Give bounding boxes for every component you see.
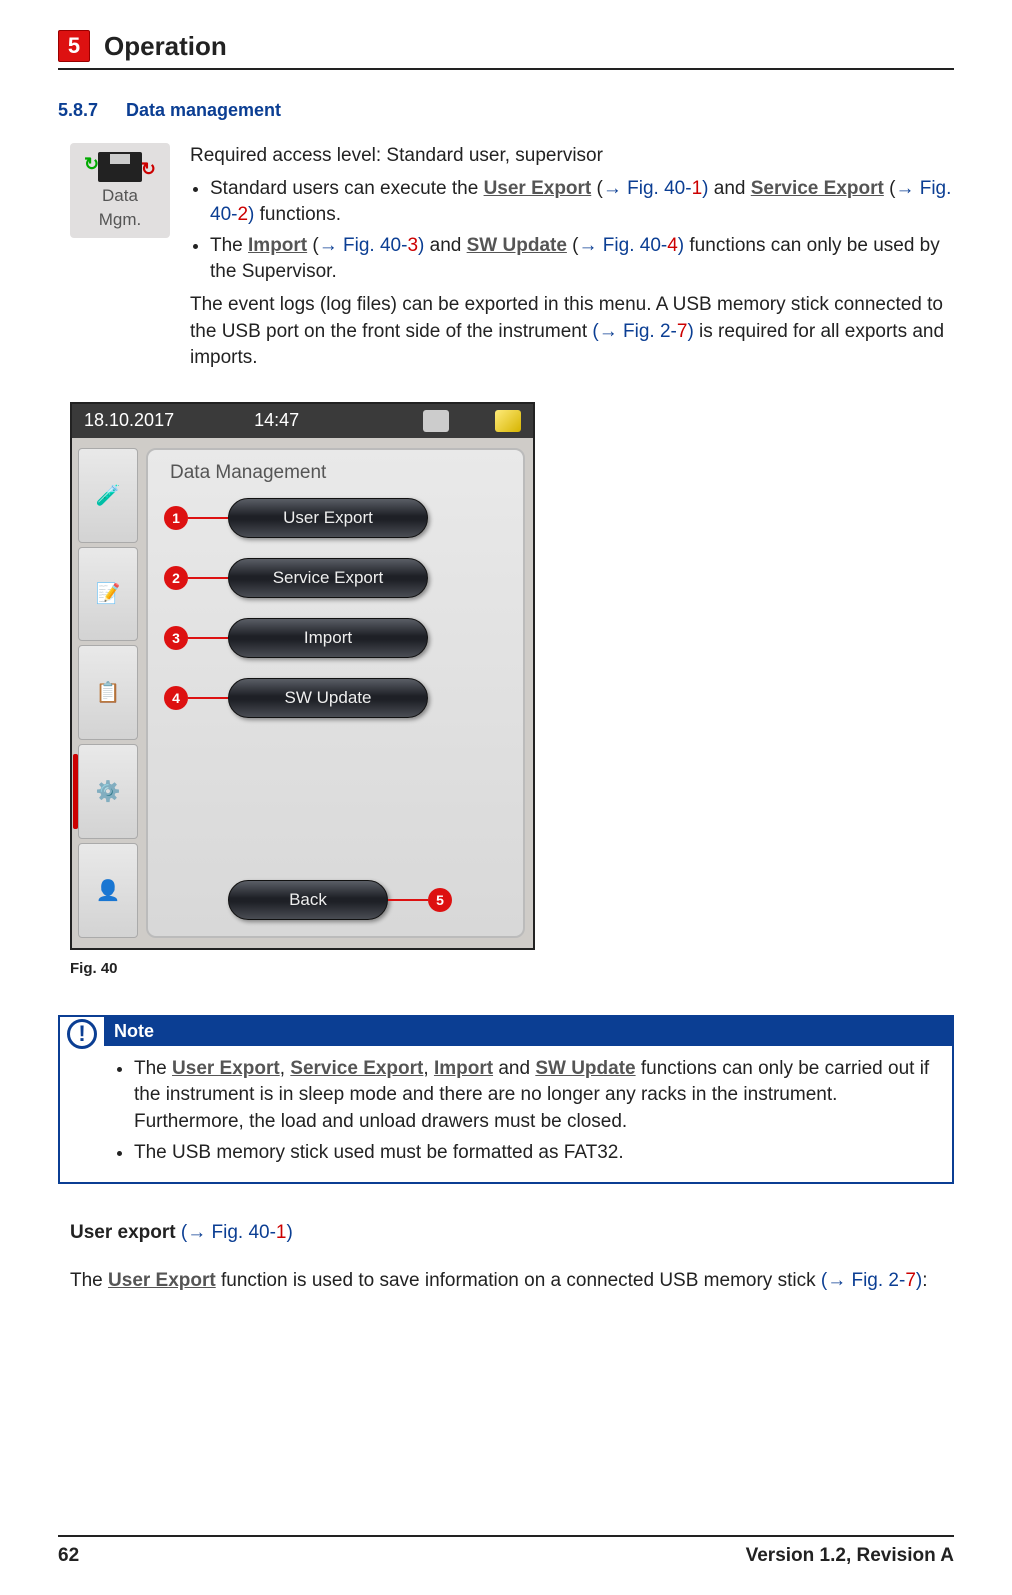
row-sw-update: 4 SW Update <box>164 678 507 718</box>
callout-3: 3 <box>164 626 188 650</box>
service-export-link: Service Export <box>751 178 884 199</box>
tile-label-line1: Data <box>102 186 138 206</box>
disk-icon <box>98 152 142 182</box>
arrow-right-icon: ↻ <box>141 159 156 180</box>
status-date: 18.10.2017 <box>84 410 174 431</box>
data-management-panel: Data Management 1 User Export 2 Service … <box>146 448 525 938</box>
intro-text: Required access level: Standard user, su… <box>190 143 954 372</box>
row-user-export: 1 User Export <box>164 498 507 538</box>
figure-caption: Fig. 40 <box>70 960 954 977</box>
page-footer: 62 Version 1.2, Revision A <box>58 1535 954 1567</box>
import-button[interactable]: Import <box>228 618 428 658</box>
callout-line-1 <box>188 517 228 519</box>
gear-icon: ⚙️ <box>96 779 121 804</box>
callout-line-3 <box>188 637 228 639</box>
alert-status-icon <box>495 410 521 432</box>
service-export-button[interactable]: Service Export <box>228 558 428 598</box>
callout-line-4 <box>188 697 228 699</box>
intro-bullet-1: Standard users can execute the User Expo… <box>210 176 954 229</box>
import-link: Import <box>248 235 307 256</box>
row-import: 3 Import <box>164 618 507 658</box>
tile-label-line2: Mgm. <box>99 210 142 230</box>
callout-5: 5 <box>428 888 452 912</box>
note-bullet-1: The User Export, Service Export, Import … <box>134 1056 938 1136</box>
intro-paragraph: The event logs (log files) can be export… <box>190 292 954 372</box>
row-back: Back 5 <box>164 880 507 920</box>
intro-block: ↻ ↻ Data Mgm. Required access level: Sta… <box>58 143 954 372</box>
note-body: The User Export, Service Export, Import … <box>104 1046 952 1182</box>
side-tab-reagents[interactable]: 🧪 <box>78 448 138 543</box>
version-label: Version 1.2, Revision A <box>746 1545 954 1567</box>
floppy-icon: ↻ ↻ <box>98 152 142 182</box>
section-title: Data management <box>126 100 281 121</box>
note-icon: ! <box>67 1019 97 1049</box>
callout-4: 4 <box>164 686 188 710</box>
note-bullet-2: The USB memory stick used must be format… <box>134 1140 938 1167</box>
side-tab-user[interactable]: 👤 <box>78 843 138 938</box>
side-tab-settings[interactable]: ⚙️ <box>78 744 138 839</box>
list-icon: 📋 <box>96 680 121 705</box>
user-export-description: The User Export function is used to save… <box>70 1268 954 1295</box>
chapter-header: 5 Operation <box>58 30 954 70</box>
chapter-title: Operation <box>104 31 227 62</box>
user-export-subheading: User export (→ Fig. 40-1) <box>70 1222 954 1244</box>
sw-update-button[interactable]: SW Update <box>228 678 428 718</box>
data-management-tile-icon: ↻ ↻ Data Mgm. <box>70 143 170 238</box>
access-level-line: Required access level: Standard user, su… <box>190 143 954 170</box>
callout-2: 2 <box>164 566 188 590</box>
notes-icon: 📝 <box>96 581 121 606</box>
side-tab-list[interactable]: 📋 <box>78 645 138 740</box>
screen-body: 🧪 📝 📋 ⚙️ 👤 Data Management 1 User Export… <box>72 438 533 948</box>
intro-bullet-2: The Import (→ Fig. 40-3) and SW Update (… <box>210 233 954 286</box>
reagents-icon: 🧪 <box>96 483 121 508</box>
user-export-link: User Export <box>484 178 592 199</box>
user-icon: 👤 <box>96 878 121 903</box>
side-tabs: 🧪 📝 📋 ⚙️ 👤 <box>78 448 138 938</box>
status-bar: 18.10.2017 14:47 <box>72 404 533 438</box>
sw-update-link: SW Update <box>467 235 567 256</box>
status-time: 14:47 <box>254 410 299 431</box>
process-status-icon <box>423 410 449 432</box>
side-tab-notes[interactable]: 📝 <box>78 547 138 642</box>
page-number: 62 <box>58 1545 79 1567</box>
section-heading: 5.8.7 Data management <box>58 100 954 121</box>
panel-title: Data Management <box>170 462 507 484</box>
note-block: ! Note The User Export, Service Export, … <box>58 1015 954 1184</box>
user-export-button[interactable]: User Export <box>228 498 428 538</box>
row-service-export: 2 Service Export <box>164 558 507 598</box>
callout-1: 1 <box>164 506 188 530</box>
note-header: Note <box>104 1017 952 1046</box>
callout-line-5 <box>388 899 428 901</box>
section-number: 5.8.7 <box>58 100 108 121</box>
callout-line-2 <box>188 577 228 579</box>
chapter-number-badge: 5 <box>58 30 90 62</box>
arrow-left-icon: ↻ <box>84 154 99 175</box>
device-screenshot: 18.10.2017 14:47 🧪 📝 📋 ⚙️ 👤 Data Managem… <box>70 402 535 950</box>
back-button[interactable]: Back <box>228 880 388 920</box>
